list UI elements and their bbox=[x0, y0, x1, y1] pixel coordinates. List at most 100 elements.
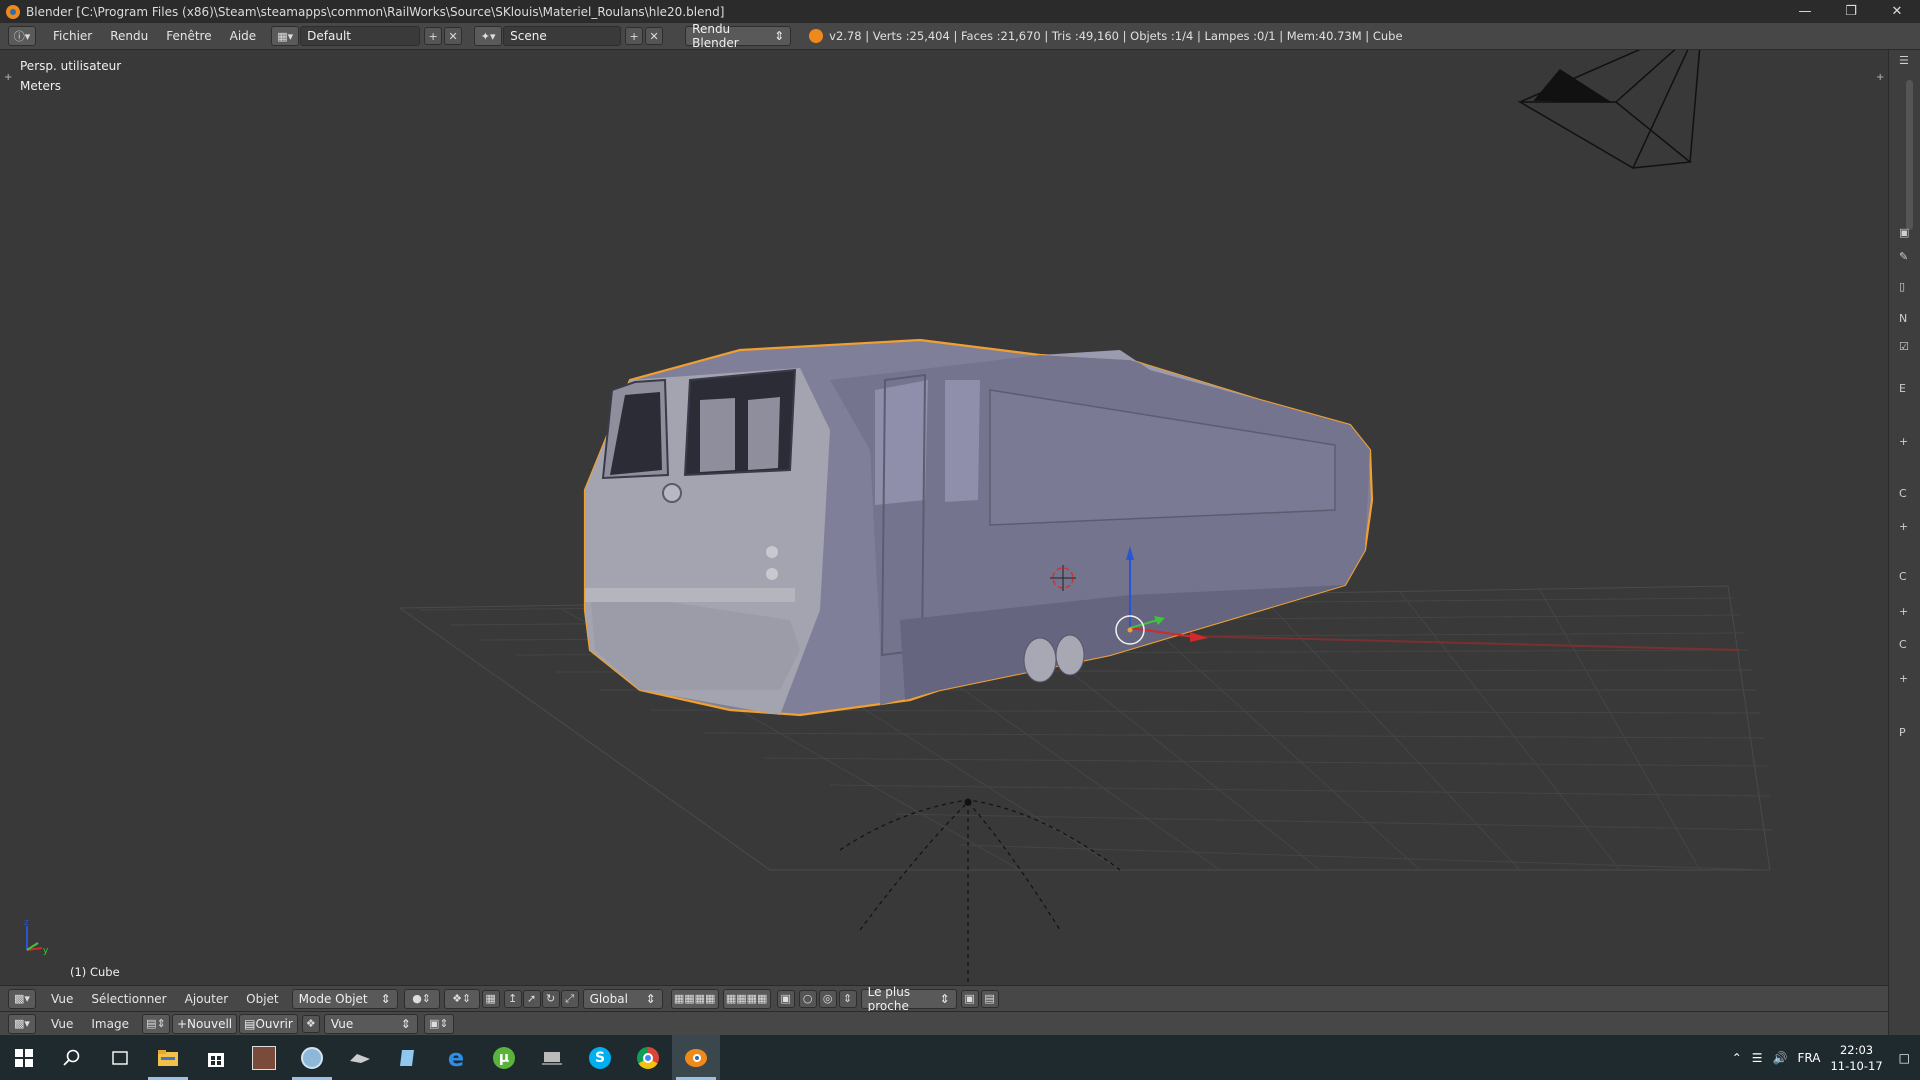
transform-orientation-select[interactable]: Global ⇕ bbox=[582, 988, 663, 1009]
occlude-geometry-icon[interactable]: ▦ bbox=[481, 989, 500, 1008]
opengl-animation-icon[interactable]: ▤ bbox=[980, 989, 999, 1008]
render-engine-select[interactable]: Rendu Blender ⇕ bbox=[685, 22, 792, 50]
interaction-mode-select[interactable]: Mode Objet ⇕ bbox=[291, 988, 398, 1009]
dropdown-arrows-icon: ⇕ bbox=[774, 29, 785, 43]
open-image-button[interactable]: ▤ Ouvrir bbox=[239, 1013, 298, 1034]
tool-icon[interactable] bbox=[336, 1035, 384, 1080]
edge-icon[interactable]: e bbox=[432, 1035, 480, 1080]
checkbox-icon[interactable]: ☑ bbox=[1899, 340, 1909, 353]
scene-field[interactable]: Scene bbox=[503, 26, 622, 46]
image-menu-vue[interactable]: Vue bbox=[42, 1017, 82, 1031]
screen-layout-field[interactable]: Default bbox=[300, 26, 421, 46]
panel-label-p[interactable]: P bbox=[1899, 726, 1906, 739]
scrollbar[interactable] bbox=[1906, 80, 1913, 230]
remove-scene-icon[interactable]: ✕ bbox=[645, 27, 664, 45]
dropdown-arrows-icon: ⇕ bbox=[939, 991, 950, 1006]
language-indicator[interactable]: FRA bbox=[1797, 1051, 1820, 1065]
editor-type-image-icon[interactable]: ▩▾ bbox=[8, 1013, 36, 1034]
svg-text:y: y bbox=[43, 946, 49, 956]
menu-rendu[interactable]: Rendu bbox=[101, 29, 157, 43]
menu-selectionner[interactable]: Sélectionner bbox=[82, 992, 175, 1006]
scale-manipulator-icon[interactable]: ⤢ bbox=[560, 989, 579, 1008]
opengl-render-icon[interactable]: ▣ bbox=[960, 989, 979, 1008]
layers-row-1-icon[interactable]: ▦▦▦▦ bbox=[670, 988, 719, 1009]
blender-icon[interactable] bbox=[672, 1035, 720, 1080]
photo-app-icon[interactable] bbox=[240, 1035, 288, 1080]
blender-logo-icon bbox=[6, 4, 20, 19]
panel-label-c3[interactable]: C bbox=[1899, 638, 1907, 651]
outliner-icon[interactable]: ☰ bbox=[1899, 54, 1909, 67]
tool-icon[interactable]: ✎ bbox=[1899, 250, 1908, 263]
menu-vue[interactable]: Vue bbox=[42, 992, 82, 1006]
properties-region-collapsed[interactable]: ☰ ▣ ✎ ▯ N ☑ E + C + C + C + P bbox=[1888, 50, 1920, 1035]
add-icon[interactable]: + bbox=[1899, 672, 1908, 685]
panel-icon[interactable]: ▯ bbox=[1899, 280, 1905, 293]
layers-row-2-icon[interactable]: ▦▦▦▦ bbox=[722, 988, 771, 1009]
3d-viewport[interactable]: Persp. utilisateur Meters (1) Cube + + z… bbox=[0, 50, 1888, 985]
panel-label-e[interactable]: E bbox=[1899, 382, 1906, 395]
editor-type-info-icon[interactable]: ⓘ▾ bbox=[8, 26, 36, 46]
snap-element-icon[interactable]: ⇕ bbox=[838, 989, 857, 1008]
pin-image-icon[interactable]: ❖ bbox=[301, 1014, 320, 1033]
close-icon[interactable]: ✕ bbox=[1874, 0, 1920, 23]
restore-icon[interactable]: ❐ bbox=[1828, 0, 1874, 23]
proportional-edit-icon[interactable]: ○ bbox=[798, 989, 817, 1008]
axis-orientation-widget: z y bbox=[24, 918, 49, 956]
railworks-icon[interactable] bbox=[528, 1035, 576, 1080]
windows-start-icon[interactable] bbox=[0, 1035, 48, 1080]
rotate-manipulator-icon[interactable]: ↻ bbox=[541, 989, 560, 1008]
add-icon[interactable]: + bbox=[1899, 520, 1908, 533]
scene-icon[interactable]: ✦▾ bbox=[474, 26, 503, 46]
image-view-select[interactable]: Vue ⇕ bbox=[323, 1013, 418, 1034]
manipulator-toggle-icon[interactable]: ↥ bbox=[503, 989, 522, 1008]
render-properties-icon[interactable]: ▣ bbox=[1899, 226, 1909, 239]
add-layout-icon[interactable]: + bbox=[424, 27, 443, 45]
image-browse-icon[interactable]: ▤⇕ bbox=[141, 1013, 170, 1034]
camera-object bbox=[1517, 50, 1701, 169]
translate-manipulator-icon[interactable]: ➚ bbox=[522, 989, 541, 1008]
image-view-label: Vue bbox=[330, 1016, 354, 1031]
pivot-point-icon[interactable]: ❖⇕ bbox=[443, 988, 480, 1009]
volume-icon[interactable]: 🔊 bbox=[1773, 1051, 1788, 1065]
notepad-icon[interactable] bbox=[384, 1035, 432, 1080]
snap-toggle-icon[interactable]: ◎ bbox=[818, 989, 837, 1008]
panel-label-c1[interactable]: C bbox=[1899, 487, 1907, 500]
skype-icon[interactable]: S bbox=[576, 1035, 624, 1080]
panel-label-n[interactable]: N bbox=[1899, 312, 1907, 325]
remove-layout-icon[interactable]: ✕ bbox=[444, 27, 463, 45]
utorrent-icon[interactable]: µ bbox=[480, 1035, 528, 1080]
viewport-shading-icon[interactable]: ●⇕ bbox=[403, 988, 440, 1009]
blender-version-icon bbox=[809, 29, 824, 43]
add-scene-icon[interactable]: + bbox=[625, 27, 644, 45]
network-icon[interactable]: ☰ bbox=[1752, 1051, 1763, 1065]
clock[interactable]: 22:03 11-10-17 bbox=[1830, 1042, 1882, 1074]
task-view-icon[interactable] bbox=[96, 1035, 144, 1080]
paint-app-icon[interactable] bbox=[288, 1035, 336, 1080]
screen-layout-icon[interactable]: ▦▾ bbox=[271, 26, 300, 46]
menu-aide[interactable]: Aide bbox=[221, 29, 266, 43]
pivot-icon[interactable]: ▣⇕ bbox=[423, 1013, 454, 1034]
panel-label-c2[interactable]: C bbox=[1899, 570, 1907, 583]
file-explorer-icon[interactable] bbox=[144, 1035, 192, 1080]
window-title-bar: Blender [C:\Program Files (x86)\Steam\st… bbox=[0, 0, 1920, 23]
snap-target-select[interactable]: Le plus proche ⇕ bbox=[860, 985, 957, 1013]
store-icon[interactable] bbox=[192, 1035, 240, 1080]
x-axis-line bbox=[1149, 634, 1741, 651]
action-center-icon[interactable]: □ bbox=[1899, 1051, 1910, 1065]
editor-type-3dview-icon[interactable]: ▩▾ bbox=[8, 988, 36, 1009]
image-menu-image[interactable]: Image bbox=[82, 1017, 138, 1031]
menu-fenetre[interactable]: Fenêtre bbox=[157, 29, 220, 43]
add-icon[interactable]: + bbox=[1899, 435, 1908, 448]
add-icon[interactable]: + bbox=[1899, 605, 1908, 618]
minimize-icon[interactable]: — bbox=[1782, 0, 1828, 23]
render-layer-icon[interactable]: ▣ bbox=[776, 989, 795, 1008]
chrome-icon[interactable] bbox=[624, 1035, 672, 1080]
orientation-label: Global bbox=[589, 991, 628, 1006]
search-icon[interactable] bbox=[48, 1035, 96, 1080]
show-hidden-icons-icon[interactable]: ⌃ bbox=[1732, 1051, 1742, 1065]
menu-objet[interactable]: Objet bbox=[237, 992, 287, 1006]
menu-ajouter[interactable]: Ajouter bbox=[176, 992, 238, 1006]
menu-fichier[interactable]: Fichier bbox=[44, 29, 101, 43]
window-title: Blender [C:\Program Files (x86)\Steam\st… bbox=[26, 4, 725, 19]
new-image-button[interactable]: + Nouvell bbox=[171, 1013, 238, 1034]
